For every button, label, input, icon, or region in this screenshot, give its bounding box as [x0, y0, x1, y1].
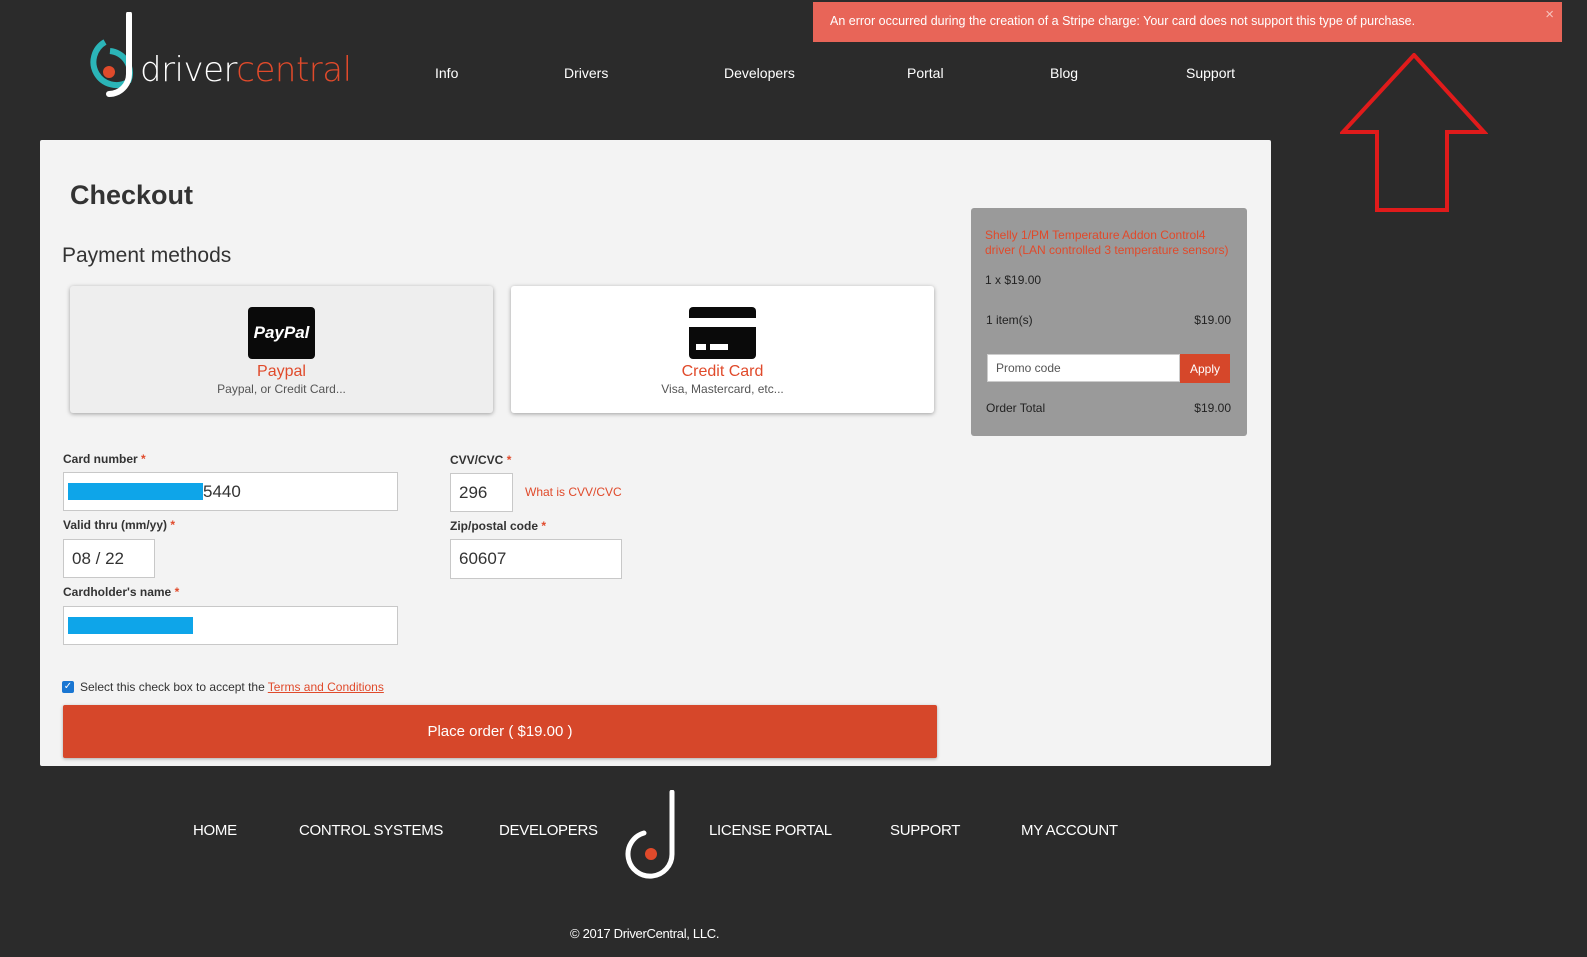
order-total-label: Order Total: [986, 401, 1046, 415]
brand-second: central: [236, 50, 352, 90]
terms-row: ✓ Select this check box to accept the Te…: [62, 680, 384, 694]
valid-thru-label: Valid thru (mm/yy) *: [63, 518, 176, 532]
order-summary: Shelly 1/PM Temperature Addon Control4 d…: [971, 208, 1247, 436]
payment-method-name: Credit Card: [681, 363, 764, 380]
annotation-arrow-icon: [1340, 53, 1488, 212]
items-total: $19.00: [1194, 313, 1231, 327]
footer-home[interactable]: HOME: [193, 822, 237, 839]
payment-method-description: Paypal, or Credit Card...: [217, 382, 346, 396]
footer-logo-icon[interactable]: [624, 790, 680, 882]
footer-support[interactable]: SUPPORT: [890, 822, 960, 839]
payment-methods-title: Payment methods: [62, 244, 232, 267]
footer-developers[interactable]: DEVELOPERS: [499, 822, 598, 839]
error-message: An error occurred during the creation of…: [830, 14, 1416, 28]
nav-blog[interactable]: Blog: [1050, 65, 1078, 81]
nav-portal[interactable]: Portal: [907, 65, 944, 81]
items-count: 1 item(s): [986, 313, 1033, 327]
redacted-block: [68, 483, 203, 500]
order-total-value: $19.00: [1194, 401, 1231, 415]
nav-info[interactable]: Info: [435, 65, 458, 81]
valid-thru-field[interactable]: 08 / 22: [63, 539, 155, 578]
brand-wordmark[interactable]: drivercentral: [140, 50, 352, 90]
paypal-icon: PayPal: [248, 307, 315, 359]
card-number-field[interactable]: 5440: [63, 472, 398, 511]
product-quantity: 1 x $19.00: [985, 273, 1042, 287]
credit-card-icon: [689, 307, 756, 359]
cvv-label: CVV/CVC *: [450, 453, 512, 467]
nav-support[interactable]: Support: [1186, 65, 1235, 81]
footer-license-portal[interactable]: LICENSE PORTAL: [709, 822, 832, 839]
payment-method-description: Visa, Mastercard, etc...: [661, 382, 784, 396]
terms-link[interactable]: Terms and Conditions: [268, 680, 384, 694]
place-order-button[interactable]: Place order ( $19.00 ): [63, 705, 937, 758]
footer-control-systems[interactable]: CONTROL SYSTEMS: [299, 822, 443, 839]
card-number-label: Card number *: [63, 452, 146, 466]
apply-promo-button[interactable]: Apply: [1180, 354, 1230, 383]
cardholder-name-field[interactable]: [63, 606, 398, 645]
zip-code-field[interactable]: 60607: [450, 539, 622, 579]
product-link[interactable]: Shelly 1/PM Temperature Addon Control4 d…: [985, 228, 1235, 258]
payment-method-name: Paypal: [257, 363, 306, 380]
copyright: © 2017 DriverCentral, LLC.: [570, 926, 720, 941]
cvv-field[interactable]: 296: [450, 473, 513, 512]
terms-text: Select this check box to accept the: [80, 680, 265, 694]
close-icon[interactable]: ×: [1545, 6, 1554, 23]
nav-developers[interactable]: Developers: [724, 65, 795, 81]
payment-method-paypal[interactable]: PayPal Paypal Paypal, or Credit Card...: [70, 286, 493, 413]
error-banner: An error occurred during the creation of…: [813, 2, 1562, 42]
payment-method-credit-card[interactable]: Credit Card Visa, Mastercard, etc...: [511, 286, 934, 413]
cardholder-name-label: Cardholder's name *: [63, 585, 180, 599]
zip-code-label: Zip/postal code *: [450, 519, 547, 533]
brand-first: driver: [140, 50, 237, 90]
footer-my-account[interactable]: MY ACCOUNT: [1021, 822, 1118, 839]
promo-code-input[interactable]: Promo code: [987, 354, 1180, 382]
redacted-block: [68, 617, 193, 634]
nav-drivers[interactable]: Drivers: [564, 65, 608, 81]
page-title: Checkout: [70, 180, 194, 210]
cvv-help-link[interactable]: What is CVV/CVC: [525, 485, 622, 499]
terms-checkbox[interactable]: ✓: [62, 681, 74, 693]
